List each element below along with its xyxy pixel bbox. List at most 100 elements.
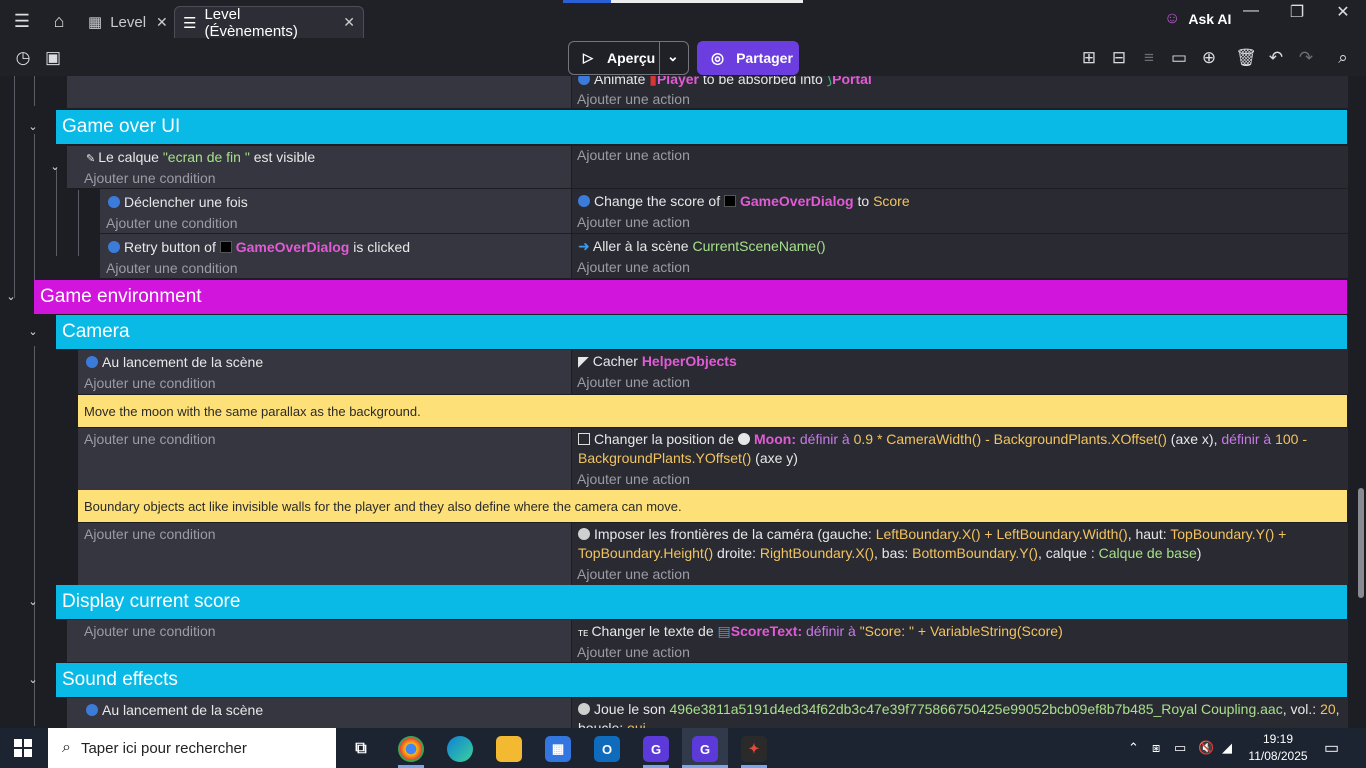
- device-icon[interactable]: ⧆: [1152, 740, 1160, 756]
- sound-icon: [578, 703, 590, 715]
- action-line[interactable]: Change the score of GameOverDialog to Sc…: [578, 193, 910, 209]
- edge-icon[interactable]: [447, 736, 473, 762]
- chevron-down-icon[interactable]: ⌄: [4, 289, 18, 303]
- chevron-down-icon[interactable]: ⌄: [26, 119, 40, 133]
- add-condition-link[interactable]: Ajouter une condition: [84, 623, 216, 639]
- add-condition-link[interactable]: Ajouter une condition: [84, 170, 216, 186]
- action-value: 100 -: [1275, 431, 1307, 447]
- store-icon[interactable]: ▦: [545, 736, 571, 762]
- save-icon[interactable]: ▣: [41, 46, 65, 70]
- text-icon: ᴛᴇ: [578, 627, 589, 639]
- action-keyword: définir à: [1221, 431, 1272, 447]
- group-game-environment[interactable]: Game environment: [34, 280, 1347, 314]
- action-line[interactable]: Changer la position de Moon: définir à 0…: [578, 431, 1307, 447]
- restore-button[interactable]: ❐: [1282, 2, 1312, 22]
- home-icon[interactable]: ⌂: [46, 8, 72, 34]
- action-line[interactable]: ᴛᴇ Changer le texte de ▤ScoreText: défini…: [578, 623, 1063, 640]
- gdevelop-active-icon[interactable]: G: [692, 736, 718, 762]
- action-value: BackgroundPlants.YOffset(): [578, 450, 752, 466]
- add-group-icon[interactable]: ≡: [1137, 46, 1161, 70]
- add-action-link[interactable]: Ajouter une action: [577, 374, 690, 390]
- add-condition-link[interactable]: Ajouter une condition: [106, 215, 238, 231]
- chevron-down-icon[interactable]: ⌄: [26, 594, 40, 608]
- comment-moon[interactable]: Move the moon with the same parallax as …: [78, 395, 1347, 427]
- battery-icon[interactable]: ▭: [1174, 740, 1186, 756]
- condition-text: Au lancement de la scène: [102, 702, 264, 718]
- condition-line[interactable]: Au lancement de la scène: [86, 702, 263, 718]
- hamburger-menu-icon[interactable]: ☰: [9, 8, 35, 34]
- network-icon[interactable]: ◢: [1222, 740, 1232, 756]
- chevron-down-icon[interactable]: ⌄: [667, 48, 679, 65]
- object-icon: [219, 241, 232, 253]
- chevron-up-icon[interactable]: ⌃: [1128, 740, 1139, 756]
- windows-start-icon[interactable]: [14, 739, 32, 757]
- notifications-icon[interactable]: ▭: [1324, 738, 1339, 758]
- history-icon[interactable]: ◷: [11, 46, 35, 70]
- action-line-cont: boucle: oui: [578, 720, 646, 728]
- add-action-link[interactable]: Ajouter une action: [577, 471, 690, 487]
- group-camera[interactable]: Camera: [56, 315, 1347, 349]
- gdevelop-icon[interactable]: G: [643, 736, 669, 762]
- close-window-button[interactable]: ✕: [1328, 2, 1358, 22]
- add-action-link[interactable]: Ajouter une action: [577, 644, 690, 660]
- search-icon[interactable]: ⌕: [1331, 46, 1355, 70]
- taskbar-search[interactable]: ⌕ Taper ici pour rechercher: [48, 728, 336, 768]
- add-subevent-icon[interactable]: ⊟: [1107, 46, 1131, 70]
- chrome-icon[interactable]: [398, 736, 424, 762]
- play-icon: ▷: [583, 50, 593, 65]
- close-tab-icon[interactable]: ✕: [156, 14, 168, 31]
- outlook-icon[interactable]: O: [594, 736, 620, 762]
- add-other-icon[interactable]: ⊕: [1197, 46, 1221, 70]
- chevron-down-icon[interactable]: ⌄: [26, 324, 40, 338]
- add-event-icon[interactable]: ⊞: [1077, 46, 1101, 70]
- add-action-link[interactable]: Ajouter une action: [577, 259, 690, 275]
- undo-icon[interactable]: ↶: [1264, 46, 1288, 70]
- condition-line[interactable]: Déclencher une fois: [108, 194, 248, 210]
- group-game-over-ui[interactable]: Game over UI: [56, 110, 1347, 144]
- task-view-icon[interactable]: ⧉: [348, 736, 374, 762]
- action-text: , vol.:: [1282, 701, 1317, 717]
- share-button[interactable]: ◎ Partager: [697, 41, 799, 75]
- preview-button[interactable]: ▷ Aperçu ⌄: [568, 41, 689, 75]
- add-action-link[interactable]: Ajouter une action: [577, 147, 690, 163]
- add-action-link[interactable]: Ajouter une action: [577, 91, 690, 107]
- action-line-cont: TopBoundary.Height() droite: RightBounda…: [578, 545, 1201, 561]
- tab-level[interactable]: ▦ Level ✕: [80, 6, 176, 38]
- action-line[interactable]: Imposer les frontières de la caméra (gau…: [578, 526, 1286, 542]
- action-icon: [578, 76, 590, 85]
- event-conditions[interactable]: [67, 76, 571, 108]
- file-explorer-icon[interactable]: [496, 736, 522, 762]
- volume-icon[interactable]: 🔇: [1198, 740, 1214, 756]
- add-comment-icon[interactable]: ▭: [1167, 46, 1191, 70]
- tab-level-events[interactable]: ☰ Level (Évènements) ✕: [174, 6, 364, 40]
- condition-line[interactable]: ✎ Le calque "ecran de fin " est visible: [86, 149, 315, 165]
- action-line[interactable]: Animate ▮Player to be absorbed into ⟆Por…: [578, 76, 872, 88]
- add-condition-link[interactable]: Ajouter une condition: [84, 526, 216, 542]
- action-line[interactable]: ◤ Cacher HelperObjects: [578, 353, 737, 370]
- action-line[interactable]: Joue le son 496e3811a5191d4ed34f62db3c47…: [578, 701, 1340, 717]
- action-line[interactable]: ➜ Aller à la scène CurrentSceneName(): [578, 238, 826, 255]
- group-display-current-score[interactable]: Display current score: [56, 585, 1347, 619]
- close-tab-icon[interactable]: ✕: [343, 14, 355, 31]
- add-condition-link[interactable]: Ajouter une condition: [84, 431, 216, 447]
- ask-ai-button[interactable]: ☺ Ask AI: [1164, 10, 1231, 28]
- add-action-link[interactable]: Ajouter une action: [577, 566, 690, 582]
- condition-line[interactable]: Retry button of GameOverDialog is clicke…: [108, 239, 410, 255]
- search-placeholder: Taper ici pour rechercher: [80, 739, 247, 757]
- add-condition-link[interactable]: Ajouter une condition: [106, 260, 238, 276]
- scrollbar-track[interactable]: [1356, 76, 1366, 728]
- event-sheet[interactable]: Animate ▮Player to be absorbed into ⟆Por…: [0, 76, 1366, 728]
- condition-line[interactable]: Au lancement de la scène: [86, 354, 263, 370]
- clock[interactable]: 19:19 11/08/2025: [1248, 731, 1308, 765]
- group-sound-effects[interactable]: Sound effects: [56, 663, 1347, 697]
- app-icon[interactable]: ✦: [741, 736, 767, 762]
- scrollbar-thumb[interactable]: [1358, 488, 1364, 598]
- redo-icon[interactable]: ↷: [1294, 46, 1318, 70]
- chevron-down-icon[interactable]: ⌄: [26, 672, 40, 686]
- comment-boundary[interactable]: Boundary objects act like invisible wall…: [78, 490, 1347, 522]
- minimize-button[interactable]: —: [1236, 2, 1266, 20]
- delete-icon[interactable]: 🗑: [1234, 46, 1258, 70]
- add-condition-link[interactable]: Ajouter une condition: [84, 375, 216, 391]
- add-action-link[interactable]: Ajouter une action: [577, 214, 690, 230]
- chevron-down-icon[interactable]: ⌄: [48, 159, 62, 173]
